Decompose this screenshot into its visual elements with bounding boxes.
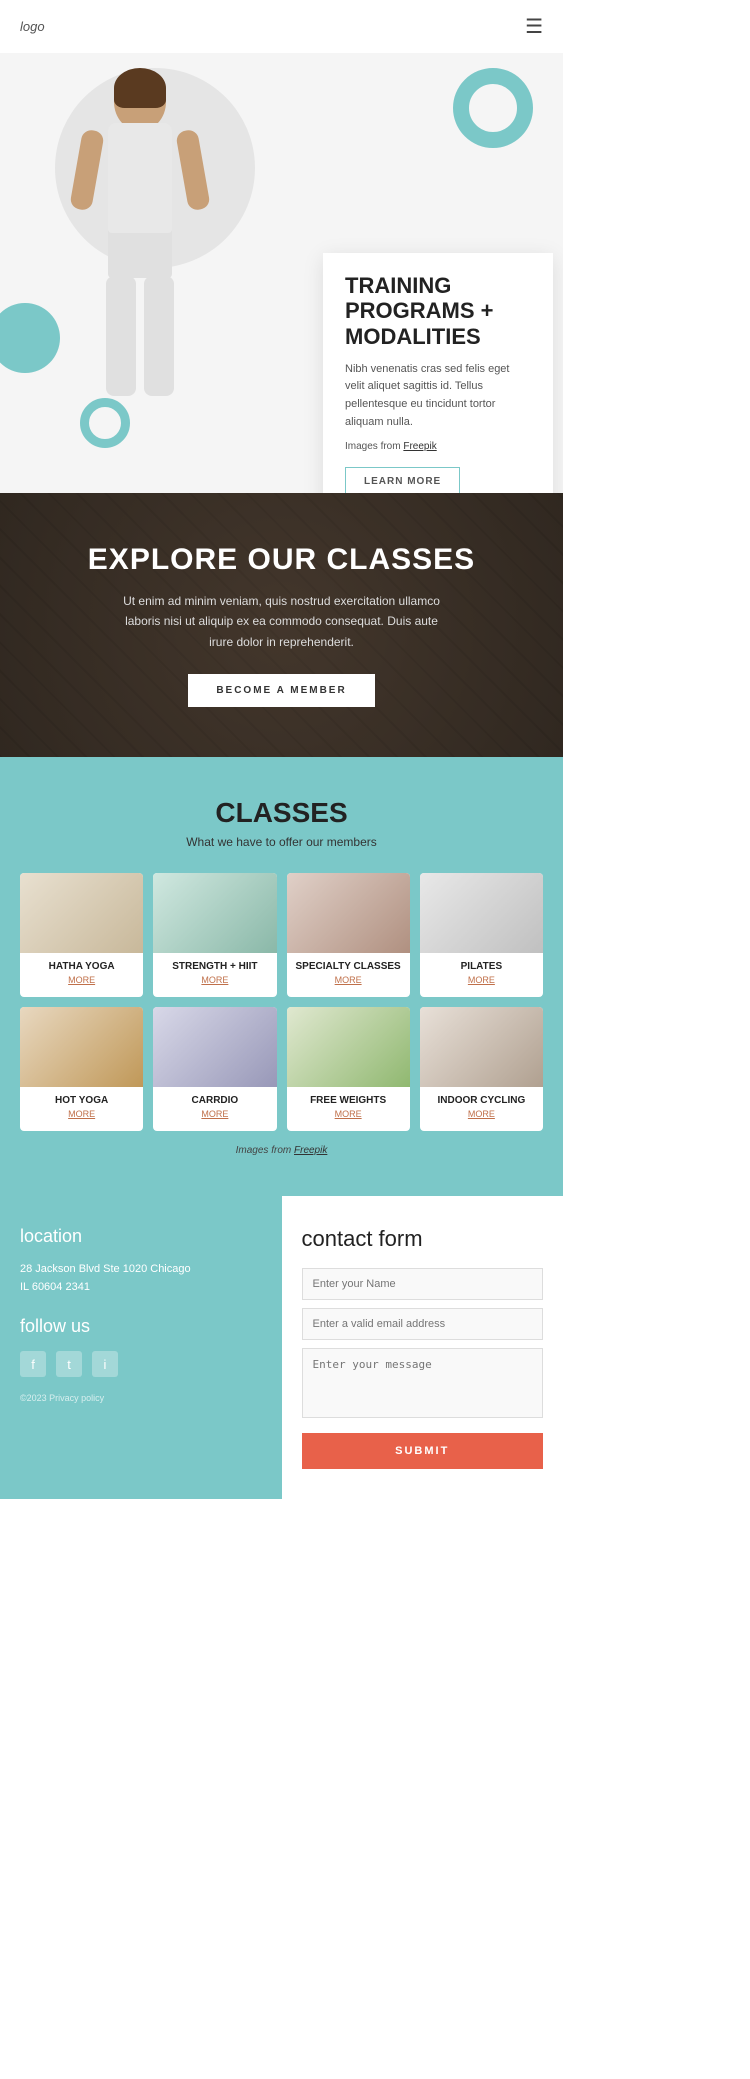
class-image (287, 1007, 410, 1087)
classes-freepik-credit: Images from Freepik (20, 1145, 543, 1156)
footer-address: 28 Jackson Blvd Ste 1020 Chicago IL 6060… (20, 1261, 262, 1296)
class-more-link[interactable]: MORE (287, 1109, 410, 1119)
become-member-button[interactable]: BECOME A MEMBER (188, 674, 374, 707)
class-card: CARRDIO MORE (153, 1007, 276, 1131)
class-more-link[interactable]: MORE (420, 1109, 543, 1119)
class-image (287, 873, 410, 953)
class-more-link[interactable]: MORE (20, 1109, 143, 1119)
class-card: PILATES MORE (420, 873, 543, 997)
woman-arm-left (69, 129, 105, 212)
class-image (20, 873, 143, 953)
location-title: location (20, 1226, 262, 1247)
hero-freepik-credit: Images from Freepik (345, 439, 531, 455)
class-more-link[interactable]: MORE (153, 1109, 276, 1119)
follow-us-title: follow us (20, 1316, 262, 1337)
social-icons: fti (20, 1351, 262, 1377)
classes-freepik-link[interactable]: Freepik (294, 1145, 327, 1156)
class-card: HATHA YOGA MORE (20, 873, 143, 997)
class-card: STRENGTH + HIIT MORE (153, 873, 276, 997)
class-more-link[interactable]: MORE (153, 975, 276, 985)
logo: logo (20, 19, 45, 34)
class-name: FREE WEIGHTS (291, 1095, 406, 1106)
class-name: HATHA YOGA (24, 961, 139, 972)
class-card: HOT YOGA MORE (20, 1007, 143, 1131)
learn-more-button[interactable]: LEARN MORE (345, 467, 460, 493)
class-name: HOT YOGA (24, 1095, 139, 1106)
class-name: INDOOR CYCLING (424, 1095, 539, 1106)
contact-name-input[interactable] (302, 1268, 544, 1300)
hamburger-icon[interactable]: ☰ (525, 14, 543, 39)
woman-shorts (108, 228, 172, 278)
class-name: CARRDIO (157, 1095, 272, 1106)
instagram-icon[interactable]: i (92, 1351, 118, 1377)
explore-section: EXPLORE OUR CLASSES Ut enim ad minim ven… (0, 493, 563, 757)
facebook-icon[interactable]: f (20, 1351, 46, 1377)
hero-card: TRAINING PROGRAMS + MODALITIES Nibh vene… (323, 253, 553, 493)
footer-contact-form: contact form SUBMIT (282, 1196, 564, 1499)
woman-leg-right (144, 276, 174, 396)
class-card: FREE WEIGHTS MORE (287, 1007, 410, 1131)
woman-arm-right (175, 129, 211, 212)
hero-section: TRAINING PROGRAMS + MODALITIES Nibh vene… (0, 53, 563, 493)
classes-title: CLASSES (20, 797, 543, 829)
hero-circle-teal-ring (453, 68, 533, 148)
contact-form-title: contact form (302, 1226, 544, 1252)
class-more-link[interactable]: MORE (287, 975, 410, 985)
class-image (153, 873, 276, 953)
explore-title: EXPLORE OUR CLASSES (88, 543, 475, 577)
class-image (20, 1007, 143, 1087)
class-more-link[interactable]: MORE (420, 975, 543, 985)
class-more-link[interactable]: MORE (20, 975, 143, 985)
copyright: ©2023 Privacy policy (20, 1393, 262, 1403)
footer-location: location 28 Jackson Blvd Ste 1020 Chicag… (0, 1196, 282, 1499)
hero-description: Nibh venenatis cras sed felis eget velit… (345, 361, 531, 431)
contact-message-input[interactable] (302, 1348, 544, 1418)
footer: location 28 Jackson Blvd Ste 1020 Chicag… (0, 1196, 563, 1499)
class-name: PILATES (424, 961, 539, 972)
woman-torso (108, 123, 172, 233)
contact-email-input[interactable] (302, 1308, 544, 1340)
navbar: logo ☰ (0, 0, 563, 53)
woman-leg-left (106, 276, 136, 396)
woman-hair (114, 68, 166, 108)
classes-section: CLASSES What we have to offer our member… (0, 757, 563, 1196)
class-image (153, 1007, 276, 1087)
class-name: SPECIALTY CLASSES (291, 961, 406, 972)
hero-woman-figure (50, 58, 230, 418)
explore-description: Ut enim ad minim veniam, quis nostrud ex… (122, 591, 442, 652)
class-name: STRENGTH + HIIT (157, 961, 272, 972)
classes-grid: HATHA YOGA MORE STRENGTH + HIIT MORE SPE… (20, 873, 543, 1131)
class-image (420, 873, 543, 953)
class-card: INDOOR CYCLING MORE (420, 1007, 543, 1131)
classes-subtitle: What we have to offer our members (20, 835, 543, 849)
submit-button[interactable]: SUBMIT (302, 1433, 544, 1469)
freepik-link[interactable]: Freepik (403, 441, 436, 452)
class-image (420, 1007, 543, 1087)
class-card: SPECIALTY CLASSES MORE (287, 873, 410, 997)
hero-title: TRAINING PROGRAMS + MODALITIES (345, 273, 531, 349)
twitter-icon[interactable]: t (56, 1351, 82, 1377)
